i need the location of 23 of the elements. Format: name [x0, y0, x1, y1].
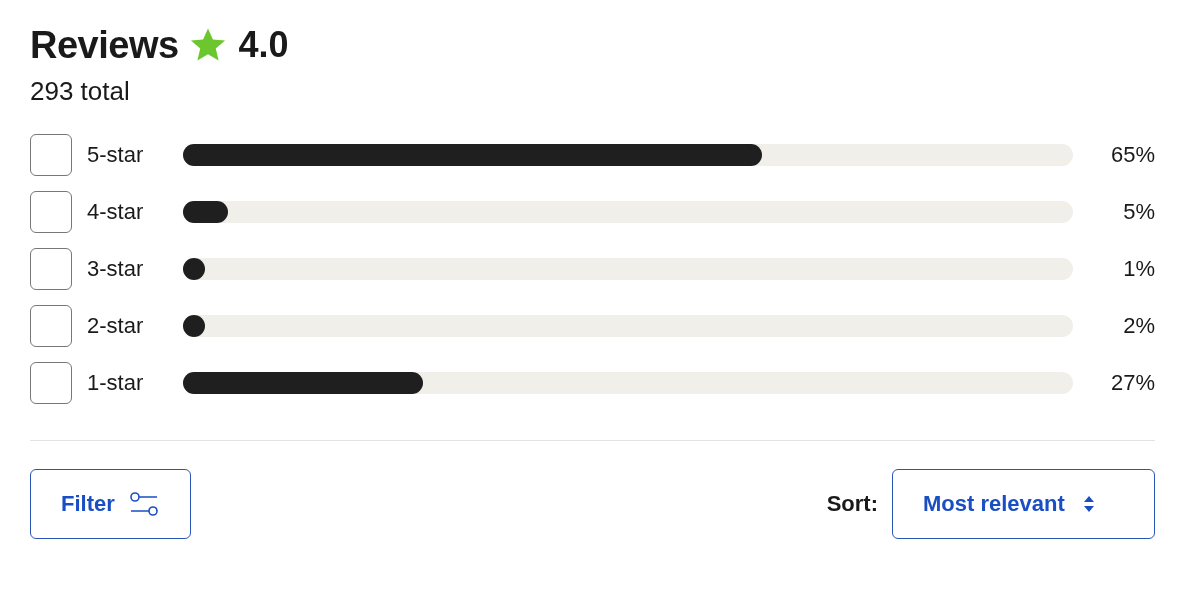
rating-label: 2-star: [87, 313, 145, 339]
checkbox[interactable]: [30, 305, 72, 347]
rating-value: 4.0: [238, 24, 289, 66]
review-count: 293 total: [30, 76, 131, 108]
filter-button[interactable]: Filter: [30, 469, 191, 539]
checkbox[interactable]: [30, 191, 72, 233]
sliders-icon: [128, 490, 159, 518]
percent-text: 1%: [1122, 256, 1155, 282]
percent-text: 27%: [1109, 370, 1155, 396]
percent-text: 2%: [1122, 313, 1155, 339]
rating-label: 5-star: [87, 142, 145, 168]
rating-label: 1-star: [87, 370, 145, 396]
percent-text: 5%: [1122, 199, 1155, 225]
checkbox[interactable]: [30, 248, 72, 290]
reviews-title: Reviews: [30, 23, 179, 67]
rating-label: 3-star: [87, 256, 145, 282]
sort-label: Sort:: [826, 491, 878, 517]
percent-text: 65%: [1109, 142, 1155, 168]
checkbox[interactable]: [30, 134, 72, 176]
checkbox[interactable]: [30, 362, 72, 404]
sort-dropdown[interactable]: Most relevant: [892, 469, 1155, 539]
sort-arrows-icon: [1082, 495, 1095, 513]
rating-label: 4-star: [87, 199, 145, 225]
